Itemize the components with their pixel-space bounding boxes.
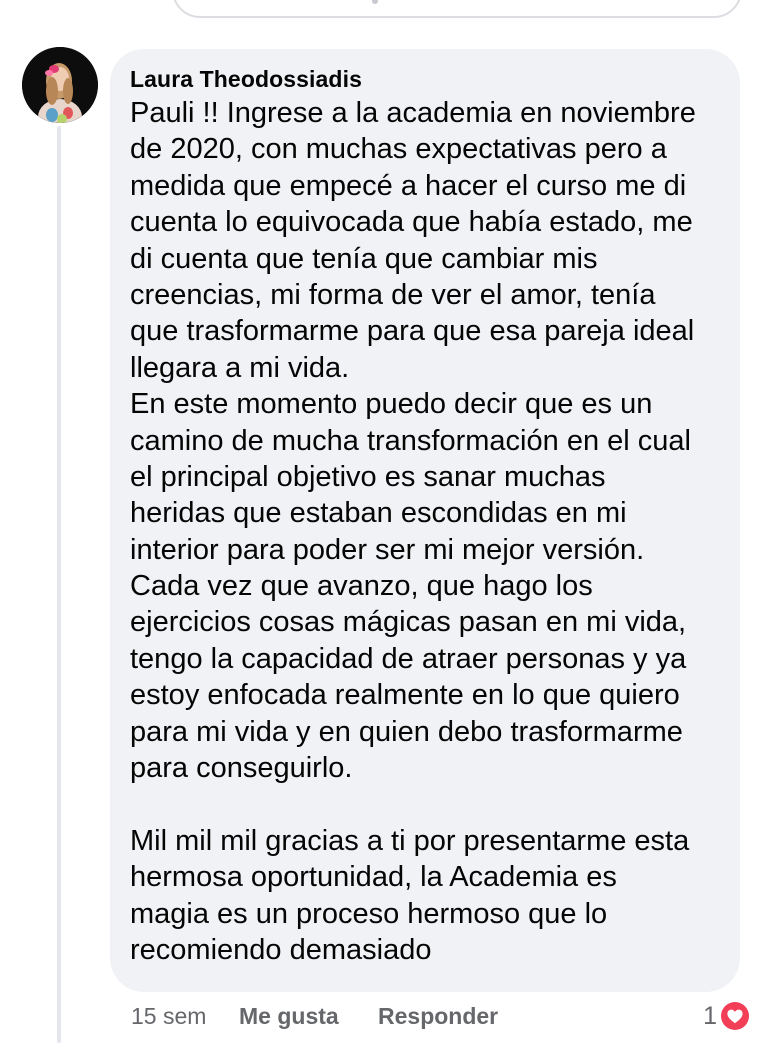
avatar[interactable] — [22, 47, 98, 123]
comment-line: de 2020, con muchas expectativas pero a — [130, 133, 667, 166]
comment-author[interactable]: Laura Theodossiadis — [130, 65, 720, 93]
comment-line: ejercicios cosas mágicas pasan en mi vid… — [130, 606, 687, 639]
reaction-count: 1 — [703, 1001, 717, 1030]
comment-line: para conseguirlo. — [130, 752, 353, 785]
comment-thread: Laura Theodossiadis Pauli !! Ingrese a l… — [0, 0, 768, 1043]
comment-line: para mi vida y en quien debo trasformarm… — [130, 715, 683, 748]
comment-line: interior para poder ser mi mejor versión… — [130, 533, 645, 566]
reply-button[interactable]: Responder — [378, 1000, 498, 1032]
comment-bubble: Laura Theodossiadis Pauli !! Ingrese a l… — [110, 49, 740, 992]
comment-line: el principal objetivo es sanar muchas — [130, 460, 606, 493]
comment-line: Mil mil mil gracias a ti por presentarme… — [130, 824, 690, 857]
comment-paragraph-gap — [130, 786, 720, 822]
comment-line: llegara a mi vida. — [130, 351, 350, 384]
comment-line: hermosa oportunidad, la Academia es — [130, 861, 617, 894]
comment-line: magia es un proceso hermoso que lo — [130, 897, 608, 930]
avatar-photo — [22, 47, 98, 123]
previous-comment-input-edge — [172, 0, 742, 18]
heart-icon — [719, 1000, 751, 1032]
comment-actions: 15 sem Me gusta Responder 1 — [131, 1000, 751, 1032]
comment-line: Cada vez que avanzo, que hago los — [130, 570, 593, 603]
comment-line: Pauli !! Ingrese a la academia en noviem… — [130, 97, 696, 129]
comment-line: recomiendo demasiado — [130, 933, 432, 966]
like-button[interactable]: Me gusta — [239, 1000, 339, 1032]
comment-line: tengo la capacidad de atraer personas y … — [130, 642, 687, 675]
comment-timestamp[interactable]: 15 sem — [131, 1000, 206, 1032]
comment-line: di cuenta que tenía que cambiar mis — [130, 242, 598, 275]
reactions-summary[interactable]: 1 — [703, 1000, 751, 1032]
comment-line: que trasformarme para que esa pareja ide… — [130, 315, 695, 348]
comment-line: camino de mucha transformación en el cua… — [130, 424, 691, 457]
thread-line — [57, 126, 61, 1043]
comment-line: heridas que estaban escondidas en mi — [130, 497, 627, 530]
comment-line: creencias, mi forma de ver el amor, tení… — [130, 278, 656, 311]
comment-line: medida que empecé a hacer el curso me di — [130, 169, 687, 202]
comment-line: En este momento puedo decir que es un — [130, 388, 653, 421]
comment-line: estoy enfocada realmente en lo que quier… — [130, 679, 680, 712]
comment-body: Pauli !! Ingrese a la academia en noviem… — [130, 95, 720, 968]
comment-line: cuenta lo equivocada que había estado, m… — [130, 206, 693, 239]
